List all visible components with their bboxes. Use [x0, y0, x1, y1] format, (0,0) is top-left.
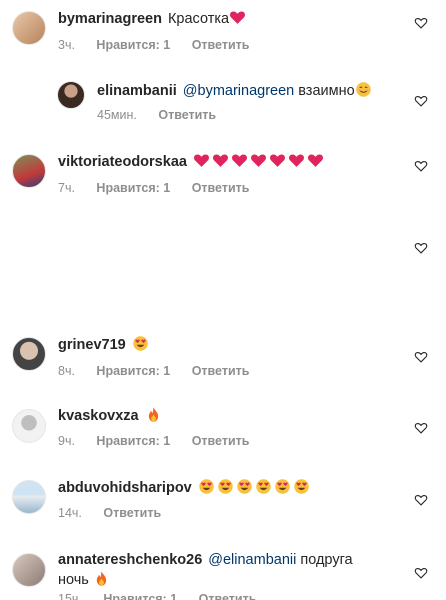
reply-button[interactable]: Ответить: [103, 506, 161, 520]
comment-text: Красотка: [167, 11, 230, 27]
comment-time: 45мин.: [97, 108, 137, 122]
red-heart-icon: [288, 152, 305, 169]
heart-eyes-icon: [255, 478, 272, 495]
avatar[interactable]: [12, 480, 46, 514]
reply-button[interactable]: Ответить: [192, 181, 250, 195]
heart-outline-icon[interactable]: [414, 421, 428, 435]
heart-outline-icon[interactable]: [414, 94, 428, 108]
avatar[interactable]: [12, 11, 46, 45]
red-heart-icon: [307, 152, 324, 169]
comment-time: 8ч.: [58, 364, 75, 378]
heart-outline-icon[interactable]: [414, 241, 428, 255]
comment-time: 3ч.: [58, 38, 75, 52]
heart-outline-icon[interactable]: [414, 16, 428, 30]
comment-text-line2: ночь: [58, 572, 89, 588]
comment-username[interactable]: abduvohidsharipov: [58, 480, 192, 496]
fire-icon: [93, 570, 110, 587]
avatar[interactable]: [12, 553, 46, 587]
comment-username[interactable]: annatereshchenko26: [58, 552, 202, 568]
comment-time: 7ч.: [58, 181, 75, 195]
heart-eyes-icon: [132, 335, 149, 352]
heart-eyes-icon: [217, 478, 234, 495]
smiling-face-icon: [355, 81, 372, 98]
comment-time: 14ч.: [58, 506, 82, 520]
red-heart-icon: [269, 152, 286, 169]
likes-count[interactable]: Нравится: 1: [103, 592, 177, 600]
comment-text: подруга: [300, 552, 353, 568]
avatar[interactable]: [12, 154, 46, 188]
red-heart-icon: [229, 9, 246, 26]
red-heart-icon: [231, 152, 248, 169]
heart-outline-icon[interactable]: [414, 493, 428, 507]
reply-button[interactable]: Ответить: [192, 364, 250, 378]
likes-count[interactable]: Нравится: 1: [96, 364, 170, 378]
avatar[interactable]: [12, 409, 46, 443]
comment-username[interactable]: elinambanii: [97, 83, 177, 99]
comment-text: взаимно: [298, 83, 355, 99]
likes-count[interactable]: Нравится: 1: [96, 434, 170, 448]
heart-eyes-icon: [236, 478, 253, 495]
comment-username[interactable]: grinev719: [58, 337, 126, 353]
comment-username[interactable]: kvaskovxza: [58, 408, 139, 424]
comment-time: 9ч.: [58, 434, 75, 448]
reply-button[interactable]: Ответить: [192, 434, 250, 448]
heart-eyes-icon: [198, 478, 215, 495]
heart-outline-icon[interactable]: [414, 566, 428, 580]
fire-icon: [145, 406, 162, 423]
comment-username[interactable]: bymarinagreen: [58, 11, 162, 27]
reply-button[interactable]: Ответить: [199, 592, 257, 600]
likes-count[interactable]: Нравится: 1: [96, 181, 170, 195]
comment-username[interactable]: viktoriateodorskaa: [58, 154, 187, 170]
mention-link[interactable]: @elinambanii: [208, 552, 296, 568]
heart-eyes-icon: [274, 478, 291, 495]
red-heart-icon: [212, 152, 229, 169]
red-heart-icon: [250, 152, 267, 169]
heart-outline-icon[interactable]: [414, 159, 428, 173]
likes-count[interactable]: Нравится: 1: [96, 38, 170, 52]
reply-button[interactable]: Ответить: [192, 38, 250, 52]
avatar[interactable]: [57, 81, 85, 109]
avatar[interactable]: [12, 337, 46, 371]
red-heart-icon: [193, 152, 210, 169]
reply-button[interactable]: Ответить: [158, 108, 216, 122]
heart-eyes-icon: [293, 478, 310, 495]
mention-link[interactable]: @bymarinagreen: [183, 83, 294, 99]
comment-time: 15ч.: [58, 592, 82, 600]
heart-outline-icon[interactable]: [414, 350, 428, 364]
